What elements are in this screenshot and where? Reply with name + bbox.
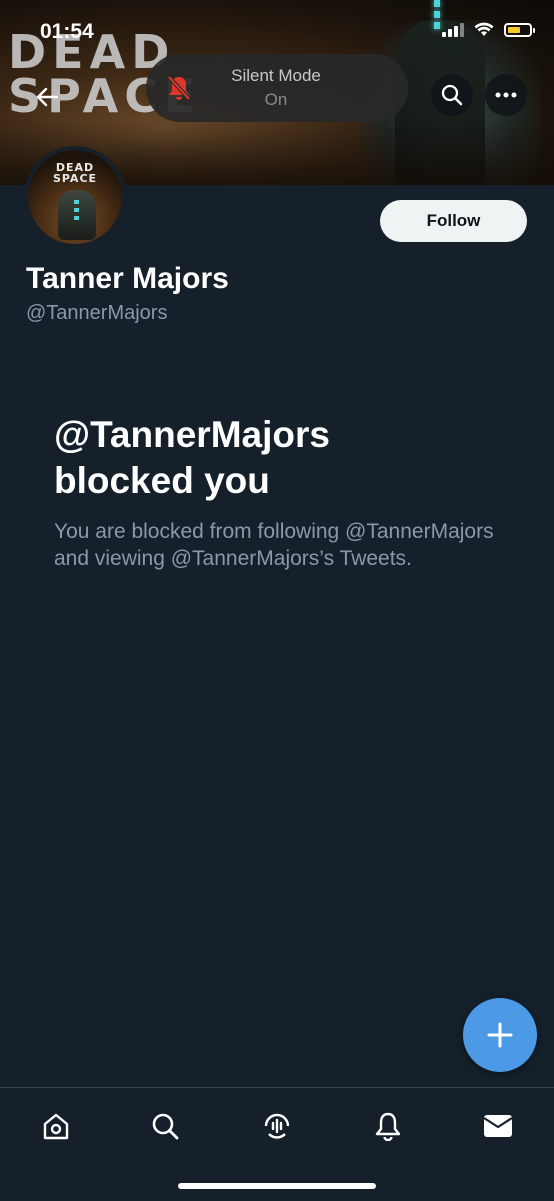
signal-icon	[442, 22, 464, 37]
tab-home[interactable]	[36, 1106, 76, 1146]
home-icon	[43, 1113, 69, 1140]
wifi-icon	[474, 22, 494, 36]
notifications-icon	[375, 1112, 401, 1141]
avatar[interactable]: DEAD SPACE	[24, 146, 126, 248]
tab-notifications[interactable]	[368, 1106, 408, 1146]
tab-spaces[interactable]	[257, 1106, 297, 1146]
spaces-icon	[264, 1113, 290, 1139]
silent-mode-toast: Silent Mode On	[146, 54, 408, 122]
battery-icon	[504, 22, 535, 37]
home-indicator	[178, 1183, 376, 1189]
back-button[interactable]	[28, 78, 66, 116]
compose-tweet-button[interactable]	[463, 998, 537, 1072]
tab-search[interactable]	[145, 1106, 185, 1146]
avatar-text-line2: SPACE	[52, 172, 98, 185]
display-name: Tanner Majors	[26, 262, 229, 295]
plus-icon	[487, 1022, 513, 1048]
silent-mode-title: Silent Mode	[231, 66, 321, 85]
status-icons	[442, 22, 535, 37]
more-icon	[495, 92, 517, 98]
search-icon	[441, 84, 463, 106]
silent-mode-status: On	[264, 90, 288, 109]
search-button[interactable]	[431, 74, 473, 116]
follow-button[interactable]: Follow	[380, 200, 527, 242]
username-handle: @TannerMajors	[26, 302, 168, 324]
more-button[interactable]	[485, 74, 527, 116]
messages-icon	[483, 1115, 513, 1137]
arrow-left-icon	[36, 87, 58, 107]
status-time: 01:54	[40, 20, 94, 43]
search-icon	[152, 1113, 179, 1140]
bell-muted-icon	[167, 75, 191, 101]
tab-messages[interactable]	[478, 1106, 518, 1146]
blocked-title: @TannerMajors blocked you	[54, 414, 330, 501]
blocked-description: You are blocked from following @TannerMa…	[54, 520, 494, 570]
